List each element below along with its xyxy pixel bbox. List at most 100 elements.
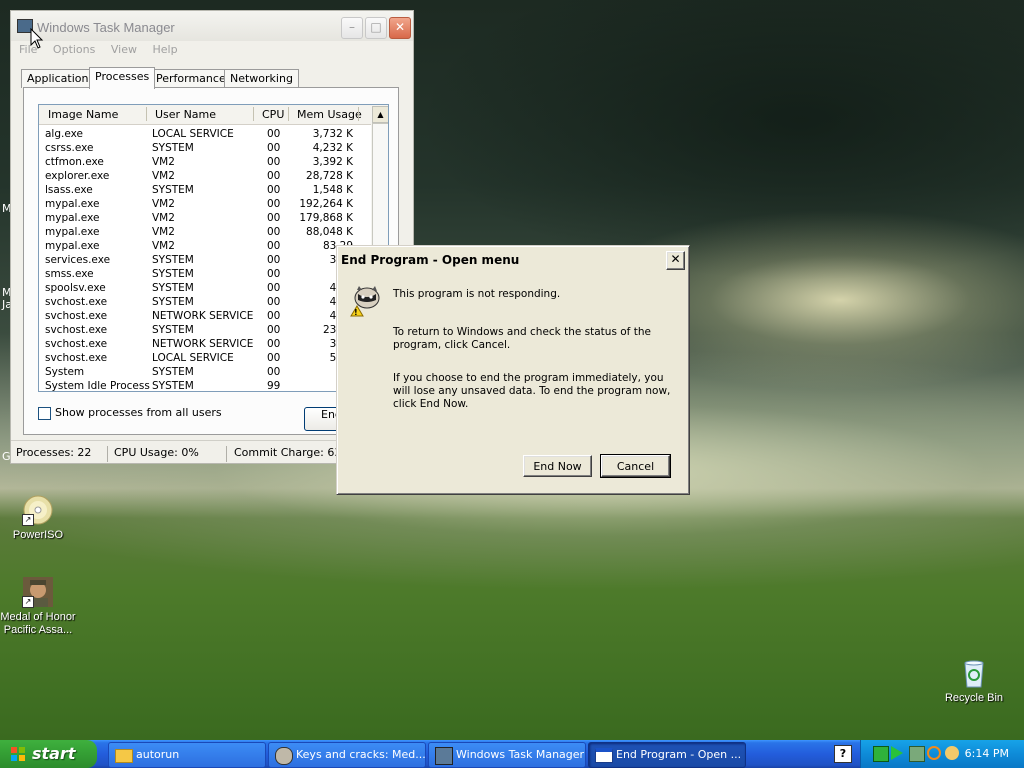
tab-performance[interactable]: Performance — [150, 69, 232, 88]
desktop-icon-label: PowerISO — [12, 529, 64, 541]
process-user: SYSTEM — [152, 268, 194, 280]
process-row[interactable]: svchost.exeSYSTEM004,67 — [39, 295, 371, 309]
process-row[interactable]: lsass.exe SYSTEM 00 1,548 K — [39, 183, 371, 197]
column-separator[interactable] — [146, 107, 147, 121]
end-now-button[interactable]: End Now — [523, 455, 592, 477]
scroll-up-button[interactable]: ▲ — [372, 106, 388, 123]
process-mem: 1,548 K — [312, 184, 353, 196]
process-user: VM2 — [152, 198, 175, 210]
process-mem: 179,868 K — [299, 212, 353, 224]
desktop-icon-poweriso[interactable]: ↗ PowerISO — [0, 494, 78, 541]
status-processes: Processes: 22 — [16, 446, 92, 459]
process-user: SYSTEM — [152, 296, 194, 308]
process-mem: 88,048 K — [306, 226, 353, 238]
mouse-cursor-icon — [30, 28, 44, 49]
column-separator[interactable] — [358, 107, 359, 121]
show-all-processes-checkbox[interactable]: Show processes from all users — [38, 406, 222, 420]
taskbar-item-label: autorun — [136, 748, 180, 761]
process-cpu: 00 — [267, 240, 281, 252]
cancel-button[interactable]: Cancel — [600, 454, 671, 478]
menu-options[interactable]: Options — [53, 43, 95, 56]
not-responding-message: This program is not responding. — [393, 288, 561, 300]
process-row[interactable]: ctfmon.exe VM2 00 3,392 K — [39, 155, 371, 169]
column-image-name[interactable]: Image Name — [48, 108, 118, 121]
network-icon[interactable] — [909, 746, 925, 762]
maximize-button[interactable]: □ — [365, 17, 387, 39]
process-user: VM2 — [152, 226, 175, 238]
menu-help[interactable]: Help — [152, 43, 177, 56]
process-name: lsass.exe — [45, 184, 93, 196]
process-cpu: 00 — [267, 156, 281, 168]
process-row[interactable]: spoolsv.exeSYSTEM004,42 — [39, 281, 371, 295]
tab-processes[interactable]: Processes — [89, 67, 156, 89]
system-tray: 6:14 PM — [860, 740, 1024, 768]
column-separator[interactable] — [253, 107, 254, 121]
process-user: NETWORK SERVICE — [152, 310, 254, 322]
column-user-name[interactable]: User Name — [155, 108, 216, 121]
process-row[interactable]: alg.exe LOCAL SERVICE 00 3,732 K — [39, 127, 371, 141]
process-name: ctfmon.exe — [45, 156, 104, 168]
process-mem: 192,264 K — [299, 198, 353, 210]
tab-networking[interactable]: Networking — [224, 69, 299, 88]
process-row[interactable]: mypal.exe VM2 00 88,048 K — [39, 225, 371, 239]
search-icon[interactable] — [927, 746, 941, 760]
process-row[interactable]: svchost.exeNETWORK SERVICE003,72 — [39, 337, 371, 351]
taskbar-item-autorun[interactable]: autorun — [108, 742, 266, 768]
title-bar[interactable]: Windows Task Manager – □ ✕ — [11, 11, 413, 41]
clock[interactable]: 6:14 PM — [965, 747, 1009, 760]
process-row[interactable]: smss.exeSYSTEM0038 — [39, 267, 371, 281]
title-bar[interactable]: End Program - Open menu ✕ — [341, 250, 685, 270]
taskbar-item-label: Keys and cracks: Med... — [296, 748, 426, 761]
menu-view[interactable]: View — [111, 43, 137, 56]
folder-icon — [115, 749, 133, 763]
process-row[interactable]: mypal.exe VM2 00 192,264 K — [39, 197, 371, 211]
window-title: Windows Task Manager — [37, 20, 175, 35]
checkbox-box[interactable] — [38, 406, 51, 420]
raccoon-warning-icon: ! — [349, 284, 381, 318]
play-icon[interactable] — [891, 746, 903, 760]
desktop-icon-recycle-bin[interactable]: Recycle Bin — [934, 657, 1014, 704]
column-mem-usage[interactable]: Mem Usage — [297, 108, 362, 121]
process-row[interactable]: services.exeSYSTEM003,14 — [39, 253, 371, 267]
process-row[interactable]: mypal.exeVM20083,29 — [39, 239, 371, 253]
status-separator — [107, 446, 108, 462]
start-button[interactable]: start — [0, 740, 97, 768]
desktop-icon-medal-of-honor[interactable]: ↗ Medal of Honor Pacific Assa... — [0, 576, 78, 637]
process-name: services.exe — [45, 254, 111, 266]
process-mem: 3,392 K — [312, 156, 353, 168]
process-cpu: 00 — [267, 338, 281, 350]
process-row[interactable]: svchost.exeNETWORK SERVICE004,43 — [39, 309, 371, 323]
column-cpu[interactable]: CPU — [262, 108, 284, 121]
storm-cloud — [420, 0, 1024, 280]
green-square-icon[interactable] — [873, 746, 889, 762]
process-user: LOCAL SERVICE — [152, 128, 234, 140]
process-row[interactable]: svchost.exeSYSTEM0023,66 — [39, 323, 371, 337]
taskbar-item-task-manager[interactable]: Windows Task Manager — [428, 742, 586, 768]
help-icon[interactable]: ? — [834, 745, 852, 763]
column-separator[interactable] — [288, 107, 289, 121]
end-program-dialog: End Program - Open menu ✕ ! This program… — [336, 245, 690, 495]
process-cpu: 99 — [267, 380, 281, 392]
process-cpu: 00 — [267, 324, 281, 336]
process-row[interactable]: mypal.exe VM2 00 179,868 K — [39, 211, 371, 225]
process-mem: 4,232 K — [312, 142, 353, 154]
process-row[interactable]: svchost.exeLOCAL SERVICE005,04 — [39, 351, 371, 365]
raccoon-icon — [275, 747, 293, 765]
process-rows: alg.exe LOCAL SERVICE 00 3,732 K csrss.exe SY… — [39, 127, 371, 392]
process-user: VM2 — [152, 212, 175, 224]
process-name: mypal.exe — [45, 226, 100, 238]
taskbar-item-end-program[interactable]: End Program - Open ... — [588, 742, 746, 768]
process-row[interactable]: SystemSYSTEM0023 — [39, 365, 371, 379]
close-button[interactable]: ✕ — [666, 251, 685, 270]
taskbar-item-keys-and-cracks[interactable]: Keys and cracks: Med... — [268, 742, 426, 768]
process-row[interactable]: explorer.exe VM2 00 28,728 K — [39, 169, 371, 183]
process-row[interactable]: System Idle ProcessSYSTEM992 — [39, 379, 371, 392]
windows-flag-icon — [11, 747, 25, 761]
process-row[interactable]: csrss.exe SYSTEM 00 4,232 K — [39, 141, 371, 155]
process-user: SYSTEM — [152, 142, 194, 154]
volume-icon[interactable] — [945, 746, 959, 760]
minimize-button[interactable]: – — [341, 17, 363, 39]
window-icon — [595, 748, 613, 763]
process-mem: 28,728 K — [306, 170, 353, 182]
close-button[interactable]: ✕ — [389, 17, 411, 39]
